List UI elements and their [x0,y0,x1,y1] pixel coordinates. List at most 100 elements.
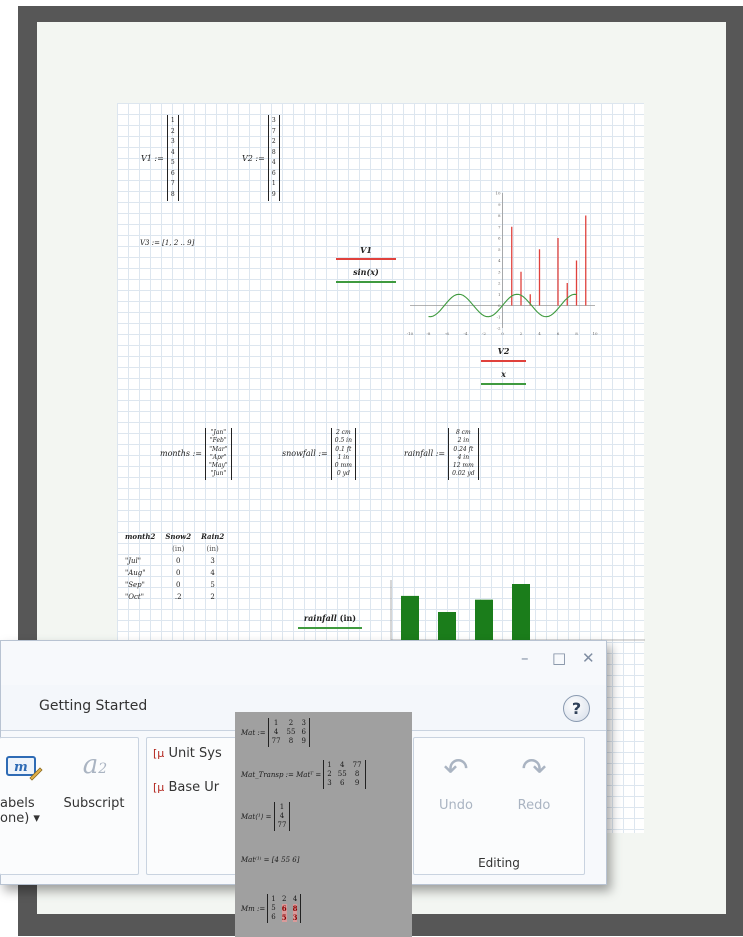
x-tick-label: -10 [407,331,414,336]
matrix-element: 8 [354,770,360,778]
plot1-xlabel-x[interactable]: x [481,369,526,379]
table-cell: "Sep" [125,581,145,589]
plot1-legend-sin-line [336,281,396,283]
vector-element: 4 in [457,453,470,461]
maximize-button[interactable]: □ [552,649,566,667]
table-cell: 3 [210,557,215,565]
y-tick-label: 4 [498,258,501,263]
subscript-icon: a2 [82,750,108,780]
vector-element: 2 [170,127,175,135]
subscript-button[interactable]: Subscript [56,796,132,811]
matrix-element: 4 [292,895,298,903]
x-tick-label: -6 [445,331,449,336]
snowfall-name: snowfall := [282,449,328,459]
vector-element: "Feb" [209,437,227,445]
mat-row-definition[interactable]: Mat⁽¹⁾ = [4 55 6] [241,856,299,864]
table-cell: 4 [210,569,215,577]
mat-transp-definition[interactable]: Mat_Transp := Matᵀ = 1 4 77 2 55 8 3 6 9 [241,760,366,789]
unit-system-icon: [µ [153,747,165,760]
v2-definition[interactable]: V2 := 3 7 2 8 4 6 1 9 [242,115,280,201]
rainfall-bar [401,595,419,640]
matrix-popup[interactable]: Mat := 1 2 3 4 55 6 77 8 9 Mat_Transp := Matᵀ = … [235,712,412,937]
plot1-legend-v1[interactable]: V1 [336,245,396,255]
matrix-element: 5 [271,904,276,912]
y-tick-label: 6 [498,236,501,241]
vector-element: 0.24 ft [453,445,474,453]
matrix-element: 2 [281,895,287,903]
v3-definition[interactable]: V3 := [1, 2 .. 9] [140,239,194,247]
matrix-element: 2 [288,719,294,727]
mat-matrix: 1 2 3 4 55 6 77 8 9 [267,718,310,747]
x-tick-label: -2 [482,331,486,336]
labels-button[interactable]: abels one) ▾ [0,796,42,826]
table-row[interactable]: "Aug" 0 4 [120,567,229,579]
vector-element: 1 [170,117,175,124]
rainfall-bar [512,584,530,640]
vector-element: 7 [271,127,276,135]
rainfall-bar [475,599,493,640]
matrix-element: 77 [352,761,362,769]
weather-table[interactable]: month2 Snow2 Rain2 (in) (in) "Jul" 0 3 "… [120,530,229,603]
mat-column-definition[interactable]: Mat⟨¹⟩ = 1 4 77 [241,802,291,831]
minimize-button[interactable]: – [521,649,529,667]
labels-icon[interactable]: m [2,754,46,782]
x-tick-label: -4 [464,331,468,336]
unit-system-button[interactable]: [µ Unit Sys [153,746,222,761]
base-units-button[interactable]: [µ Base Ur [153,780,219,795]
matrix-element: 55 [286,728,296,736]
rainfall-definition[interactable]: rainfall := 8 cm 2 in 0.24 ft 4 in 12 mm 0.02… [404,428,479,480]
plot2-ylabel-name: rainfall [303,613,337,623]
table-header: Snow2 [165,532,192,541]
table-cell: 2 [210,593,215,601]
mm-matrix: 124568653 [267,894,302,923]
snowfall-definition[interactable]: snowfall := 2 cm 0.5 in 0.1 ft 1 in 0 mm 0 yd [282,428,356,480]
plot1-chart[interactable]: -10 -8 -6 -4 -2 0 2 4 6 8 10-2-1012345678910 [400,185,600,345]
mm-definition[interactable]: Mm := 124568653 [241,894,302,923]
vector-element: 4 [271,159,276,166]
redo-button[interactable]: Redo [512,798,556,813]
vector-element: 2 [271,138,276,145]
v1-definition[interactable]: V1 := 1 2 3 4 5 6 7 8 [141,115,179,201]
close-button[interactable]: ✕ [582,649,595,667]
title-bar: – □ ✕ [1,641,606,681]
matrix-element: 3 [327,779,332,787]
undo-button[interactable]: Undo [436,798,476,813]
matrix-element: 77 [271,737,281,745]
table-row[interactable]: "Oct" .2 2 [120,591,229,603]
x-tick-label: 4 [538,331,541,336]
vector-element: 2 in [457,437,470,445]
matrix-element: 5 [281,913,287,922]
y-tick-label: 8 [498,213,501,218]
labels-icon-graphic: m [6,756,43,781]
v2-vector: 3 7 2 8 4 6 1 9 [267,115,280,201]
plot2-ylabel[interactable]: rainfall (in) [298,613,362,623]
vector-element: 7 [170,180,175,187]
plot1-legend-sin[interactable]: sin(x) [336,267,396,277]
plot1-xlabel-v2[interactable]: V2 [481,346,526,356]
y-tick-label: -2 [497,326,501,331]
matrix-element: 2 [327,770,332,778]
matrix-element: 1 [279,803,285,811]
mat-definition[interactable]: Mat := 1 2 3 4 55 6 77 8 9 [241,718,310,747]
vector-element: 8 [271,148,276,156]
v1-vector: 1 2 3 4 5 6 7 8 [166,115,179,201]
mat-transp-matrix: 1 4 77 2 55 8 3 6 9 [323,760,366,789]
table-cell: .2 [174,593,182,601]
vector-element: 4 [170,148,175,156]
vector-element: 5 [170,159,175,166]
vector-element: "Jan" [210,429,226,436]
table-row[interactable]: "Sep" 0 5 [120,579,229,591]
y-tick-label: 7 [498,224,501,229]
table-row[interactable]: "Jul" 0 3 [120,555,229,567]
matrix-element: 6 [281,904,287,913]
vector-element: 3 [170,138,175,145]
months-definition[interactable]: months := "Jan" "Feb" "Mar" "Apr" "May" "Jun" [160,428,232,480]
y-tick-label: 1 [498,292,501,297]
snowfall-vector: 2 cm 0.5 in 0.1 ft 1 in 0 mm 0 yd [330,428,356,480]
labels-label-line1: abels [0,796,35,811]
vector-element: 8 cm [455,429,471,436]
tab-getting-started[interactable]: Getting Started [39,698,147,714]
matrix-element: 77 [277,821,287,829]
matrix-element: 8 [292,904,298,913]
help-button[interactable]: ? [563,695,590,722]
